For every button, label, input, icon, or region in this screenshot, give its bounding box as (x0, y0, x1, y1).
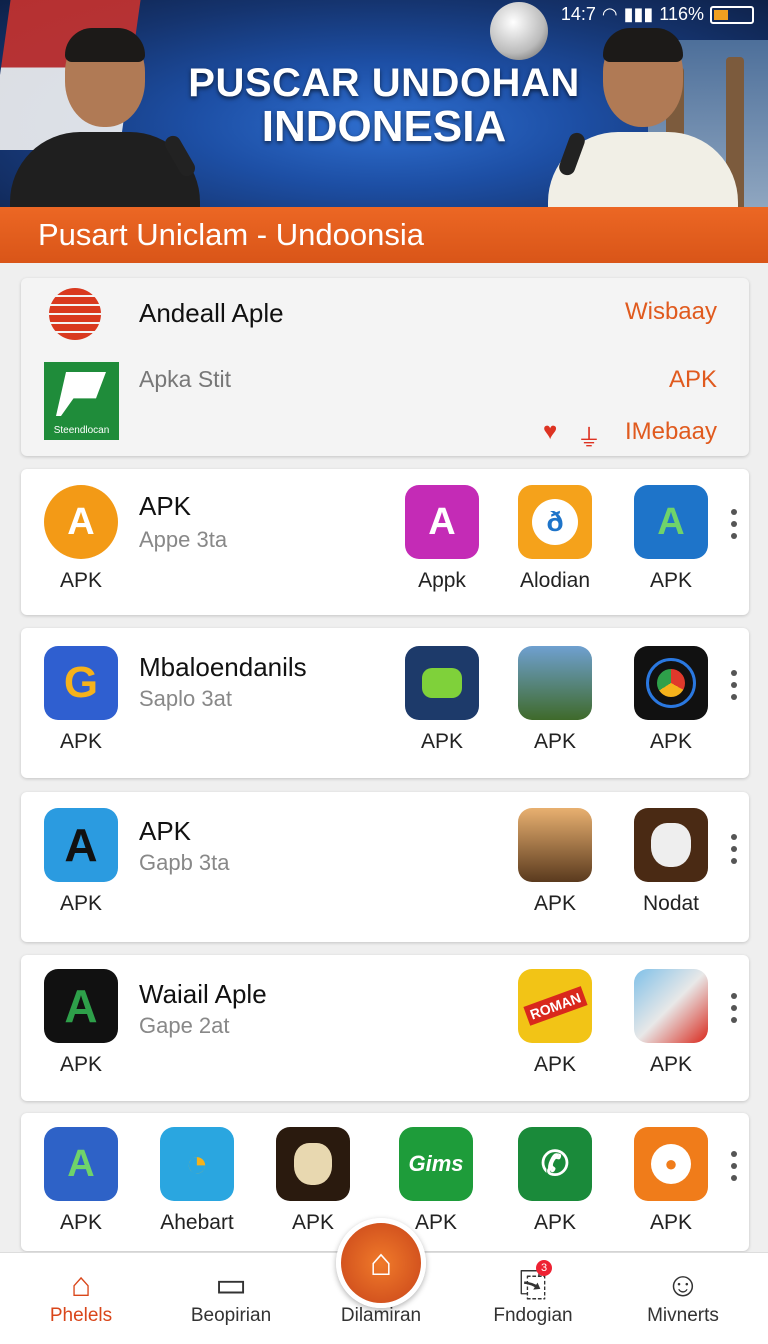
ball-graphic (490, 2, 548, 60)
status-time: 14:7 (560, 4, 596, 24)
goat-game-icon (634, 808, 708, 882)
monitor-icon: ▭ (214, 1266, 248, 1304)
app-tile[interactable]: ● APK (632, 1127, 710, 1235)
nav-item-download[interactable]: ⎘ Fndogian (468, 1265, 598, 1327)
nav-item-home[interactable]: ⌂ Phelels (16, 1265, 146, 1327)
pink-a-icon: A (405, 485, 479, 559)
app-tile[interactable]: APK (516, 646, 594, 754)
app-tile[interactable]: A APK (42, 969, 120, 1077)
row-title: Waiail Aple (139, 979, 267, 1009)
more-options-icon[interactable] (731, 834, 737, 864)
app-tile[interactable]: A APK (42, 485, 120, 593)
gims-icon: Gims (399, 1127, 473, 1201)
row-title: APK (139, 491, 192, 521)
download-icon: ⎘ (519, 1266, 547, 1304)
row-title: APK (139, 816, 192, 846)
app-tile[interactable]: ROMAN APK (516, 969, 594, 1077)
app-tile[interactable]: A APK (632, 485, 710, 593)
featured-right-bottom[interactable]: IMebaay (625, 418, 717, 446)
app-tile[interactable]: A Appk (403, 485, 481, 593)
more-options-icon[interactable] (731, 993, 737, 1023)
app-tile[interactable]: Nodat (632, 808, 710, 916)
app-row-1: A APK APK Appe 3ta A Appk ð Alodian A AP… (21, 469, 749, 615)
app-tile[interactable]: APK (403, 646, 481, 754)
signal-icon: ▮▮▮ (623, 4, 654, 24)
wifi-icon: ◠ (601, 4, 618, 24)
soldiers-icon (518, 646, 592, 720)
map-icon (634, 969, 708, 1043)
swirl-icon: ◔ (160, 1127, 234, 1201)
game-box-icon (405, 646, 479, 720)
row-subtitle: Gape 2at (139, 1013, 230, 1038)
notification-badge: 3 (536, 1260, 552, 1276)
nav-item-monitor[interactable]: ▭ Beopirian (166, 1265, 296, 1327)
app-tile[interactable]: APK (632, 969, 710, 1077)
row-subtitle: Appe 3ta (139, 527, 228, 552)
orange-chat-icon: ● (634, 1127, 708, 1201)
black-a-icon: A (44, 969, 118, 1043)
center-fab-icon: ⌂ (369, 1241, 393, 1284)
blue-a-icon: A (44, 1127, 118, 1201)
hero-banner: PUSCAR UNDOHAN INDONESIA 14:7 ◠ ▮▮▮ 116% (0, 0, 768, 207)
chat-bubble-icon: ð (518, 485, 592, 559)
app-tile[interactable]: G APK (42, 646, 120, 754)
app-tile[interactable]: A APK (42, 808, 120, 916)
orange-a-icon: A (44, 485, 118, 559)
app-tile[interactable]: A APK (42, 1127, 120, 1235)
featured-right-mid[interactable]: APK (669, 366, 717, 394)
battery-level: 116% (659, 4, 704, 24)
chrome-icon (634, 646, 708, 720)
row-subtitle: Saplo 3at (139, 686, 232, 711)
nav-item-profile[interactable]: ☺ Mivnerts (618, 1265, 748, 1327)
goat-game-icon (276, 1127, 350, 1201)
more-options-icon[interactable] (731, 509, 737, 539)
app-row-3: A APK APK Gapb 3ta APK Nodat (21, 792, 749, 942)
featured-subtitle: Apka Stit (139, 366, 232, 392)
app-tile[interactable]: APK (516, 808, 594, 916)
g-logo-icon: G (44, 646, 118, 720)
blue-a-icon: A (634, 485, 708, 559)
dark-a-icon: A (44, 808, 118, 882)
section-header: Pusart Uniclam - Undoonsia (0, 207, 768, 263)
center-fab-button[interactable]: ⌂ (336, 1218, 426, 1308)
row-title: Mbaloendanils (139, 652, 307, 682)
banner-title: PUSCAR UNDOHAN INDONESIA (188, 61, 580, 151)
green-p-icon[interactable]: Steendlocan (44, 362, 119, 440)
wild-game-icon (518, 808, 592, 882)
heart-icon[interactable]: ♥ (543, 418, 557, 446)
featured-card[interactable]: Andeall Aple Wisbaay Steendlocan Apka St… (21, 278, 749, 456)
app-tile[interactable]: ✆ APK (516, 1127, 594, 1235)
app-tile[interactable]: ð Alodian (516, 485, 594, 593)
featured-right-top[interactable]: Wisbaay (625, 298, 717, 326)
nav-item-center[interactable]: Dilamiran (316, 1305, 446, 1327)
red-striped-icon[interactable] (49, 288, 101, 340)
whatsapp-icon: ✆ (518, 1127, 592, 1201)
roman-game-icon: ROMAN (518, 969, 592, 1043)
app-row-4: A APK Waiail Aple Gape 2at ROMAN APK APK (21, 955, 749, 1101)
screen: PUSCAR UNDOHAN INDONESIA 14:7 ◠ ▮▮▮ 116%… (0, 0, 768, 1344)
status-bar: 14:7 ◠ ▮▮▮ 116% (561, 4, 754, 25)
app-tile[interactable]: APK (274, 1127, 352, 1235)
app-tile[interactable]: APK (632, 646, 710, 754)
home-icon: ⌂ (70, 1266, 92, 1304)
app-tile[interactable]: Gims APK (397, 1127, 475, 1235)
row-subtitle: Gapb 3ta (139, 850, 230, 875)
person-icon: ☺ (665, 1266, 701, 1304)
plug-icon[interactable]: ⏚ (577, 418, 601, 453)
app-row-2: G APK Mbaloendanils Saplo 3at APK APK AP… (21, 628, 749, 778)
featured-title: Andeall Aple (139, 298, 284, 328)
app-tile[interactable]: ◔ Ahebart (158, 1127, 236, 1235)
more-options-icon[interactable] (731, 670, 737, 700)
more-options-icon[interactable] (731, 1151, 737, 1181)
battery-icon (710, 5, 754, 24)
